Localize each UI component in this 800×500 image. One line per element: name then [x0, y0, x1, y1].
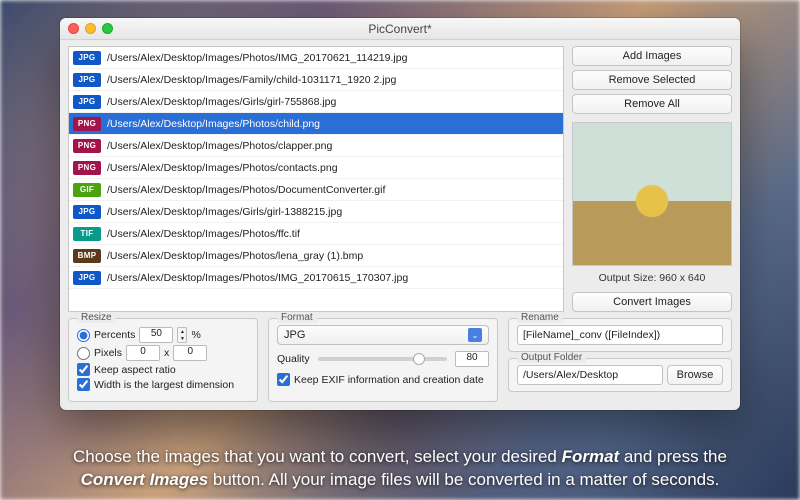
x-separator: x	[164, 347, 169, 359]
file-path: /Users/Alex/Desktop/Images/Photos/IMG_20…	[107, 52, 559, 64]
filetype-badge: PNG	[73, 117, 101, 131]
file-path: /Users/Alex/Desktop/Images/Photos/clappe…	[107, 140, 559, 152]
filetype-badge: JPG	[73, 51, 101, 65]
resize-group: Resize Percents 50 ▲▼ % Pixels 0 x 0	[68, 318, 258, 402]
resize-legend: Resize	[77, 312, 116, 323]
file-path: /Users/Alex/Desktop/Images/Girls/girl-75…	[107, 96, 559, 108]
file-path: /Users/Alex/Desktop/Images/Photos/IMG_20…	[107, 272, 559, 284]
file-row[interactable]: TIF/Users/Alex/Desktop/Images/Photos/ffc…	[69, 223, 563, 245]
filetype-badge: JPG	[73, 205, 101, 219]
width-largest-checkbox[interactable]	[77, 378, 90, 391]
keep-exif-checkbox[interactable]	[277, 373, 290, 386]
right-column: Rename [FileName]_conv ([FileIndex]) Out…	[508, 318, 732, 402]
image-preview	[572, 122, 732, 266]
minimize-icon[interactable]	[85, 23, 96, 34]
format-selected: JPG	[284, 329, 305, 341]
chevron-updown-icon: ⌄	[468, 328, 482, 342]
percent-sign: %	[191, 329, 200, 341]
add-images-button[interactable]: Add Images	[572, 46, 732, 66]
width-largest-label: Width is the largest dimension	[94, 379, 234, 391]
keep-aspect-label: Keep aspect ratio	[94, 364, 176, 376]
titlebar[interactable]: PicConvert*	[60, 18, 740, 40]
browse-button[interactable]: Browse	[667, 365, 723, 385]
caption-convert: Convert Images	[81, 470, 209, 489]
close-icon[interactable]	[68, 23, 79, 34]
file-row[interactable]: JPG/Users/Alex/Desktop/Images/Family/chi…	[69, 69, 563, 91]
file-path: /Users/Alex/Desktop/Images/Girls/girl-13…	[107, 206, 559, 218]
window-title: PicConvert*	[368, 22, 431, 36]
file-row[interactable]: PNG/Users/Alex/Desktop/Images/Photos/chi…	[69, 113, 563, 135]
file-path: /Users/Alex/Desktop/Images/Photos/contac…	[107, 162, 559, 174]
side-panel: Add Images Remove Selected Remove All Ou…	[572, 46, 732, 312]
pixels-label: Pixels	[94, 347, 122, 359]
keep-exif-label: Keep EXIF information and creation date	[294, 374, 484, 386]
filetype-badge: JPG	[73, 271, 101, 285]
filetype-badge: TIF	[73, 227, 101, 241]
file-path: /Users/Alex/Desktop/Images/Photos/lena_g…	[107, 250, 559, 262]
format-select[interactable]: JPG ⌄	[277, 325, 489, 345]
caption-text: Choose the images that you want to conve…	[73, 447, 562, 466]
file-path: /Users/Alex/Desktop/Images/Photos/Docume…	[107, 184, 559, 196]
slider-knob[interactable]	[413, 353, 425, 365]
caption-text: and press the	[619, 447, 727, 466]
file-path: /Users/Alex/Desktop/Images/Photos/child.…	[107, 118, 559, 130]
file-path: /Users/Alex/Desktop/Images/Photos/ffc.ti…	[107, 228, 559, 240]
filetype-badge: PNG	[73, 139, 101, 153]
file-list[interactable]: JPG/Users/Alex/Desktop/Images/Photos/IMG…	[68, 46, 564, 312]
format-legend: Format	[277, 312, 317, 323]
width-input[interactable]: 0	[126, 345, 160, 361]
output-folder-legend: Output Folder	[517, 352, 586, 363]
zoom-icon[interactable]	[102, 23, 113, 34]
filetype-badge: PNG	[73, 161, 101, 175]
caption-format: Format	[562, 447, 620, 466]
file-row[interactable]: PNG/Users/Alex/Desktop/Images/Photos/con…	[69, 157, 563, 179]
app-window: PicConvert* JPG/Users/Alex/Desktop/Image…	[60, 18, 740, 410]
percents-input[interactable]: 50	[139, 327, 173, 343]
window-controls	[68, 23, 113, 34]
marketing-caption: Choose the images that you want to conve…	[0, 446, 800, 492]
percents-label: Percents	[94, 329, 135, 341]
keep-aspect-checkbox[interactable]	[77, 363, 90, 376]
height-input[interactable]: 0	[173, 345, 207, 361]
quality-label: Quality	[277, 353, 310, 365]
rename-group: Rename [FileName]_conv ([FileIndex])	[508, 318, 732, 352]
upper-pane: JPG/Users/Alex/Desktop/Images/Photos/IMG…	[68, 46, 732, 312]
filetype-badge: GIF	[73, 183, 101, 197]
format-group: Format JPG ⌄ Quality 80 Keep EXIF inform…	[268, 318, 498, 402]
pixels-radio[interactable]	[77, 347, 90, 360]
convert-images-button[interactable]: Convert Images	[572, 292, 732, 312]
quality-slider[interactable]	[318, 357, 447, 361]
rename-pattern-input[interactable]: [FileName]_conv ([FileIndex])	[517, 325, 723, 345]
filetype-badge: BMP	[73, 249, 101, 263]
preview-thumbnail	[573, 123, 731, 265]
file-row[interactable]: JPG/Users/Alex/Desktop/Images/Girls/girl…	[69, 201, 563, 223]
file-row[interactable]: PNG/Users/Alex/Desktop/Images/Photos/cla…	[69, 135, 563, 157]
file-row[interactable]: GIF/Users/Alex/Desktop/Images/Photos/Doc…	[69, 179, 563, 201]
quality-value[interactable]: 80	[455, 351, 489, 367]
file-row[interactable]: JPG/Users/Alex/Desktop/Images/Photos/IMG…	[69, 267, 563, 289]
percents-radio[interactable]	[77, 329, 90, 342]
file-row[interactable]: BMP/Users/Alex/Desktop/Images/Photos/len…	[69, 245, 563, 267]
file-row[interactable]: JPG/Users/Alex/Desktop/Images/Photos/IMG…	[69, 47, 563, 69]
caption-text: button. All your image files will be con…	[208, 470, 719, 489]
output-folder-group: Output Folder /Users/Alex/Desktop Browse	[508, 358, 732, 392]
remove-all-button[interactable]: Remove All	[572, 94, 732, 114]
lower-pane: Resize Percents 50 ▲▼ % Pixels 0 x 0	[68, 318, 732, 402]
filetype-badge: JPG	[73, 95, 101, 109]
file-path: /Users/Alex/Desktop/Images/Family/child-…	[107, 74, 559, 86]
rename-legend: Rename	[517, 312, 563, 323]
file-row[interactable]: JPG/Users/Alex/Desktop/Images/Girls/girl…	[69, 91, 563, 113]
remove-selected-button[interactable]: Remove Selected	[572, 70, 732, 90]
filetype-badge: JPG	[73, 73, 101, 87]
percents-stepper[interactable]: ▲▼	[177, 327, 187, 343]
window-body: JPG/Users/Alex/Desktop/Images/Photos/IMG…	[60, 40, 740, 410]
output-size-label: Output Size: 960 x 640	[572, 270, 732, 288]
output-folder-input[interactable]: /Users/Alex/Desktop	[517, 365, 663, 385]
